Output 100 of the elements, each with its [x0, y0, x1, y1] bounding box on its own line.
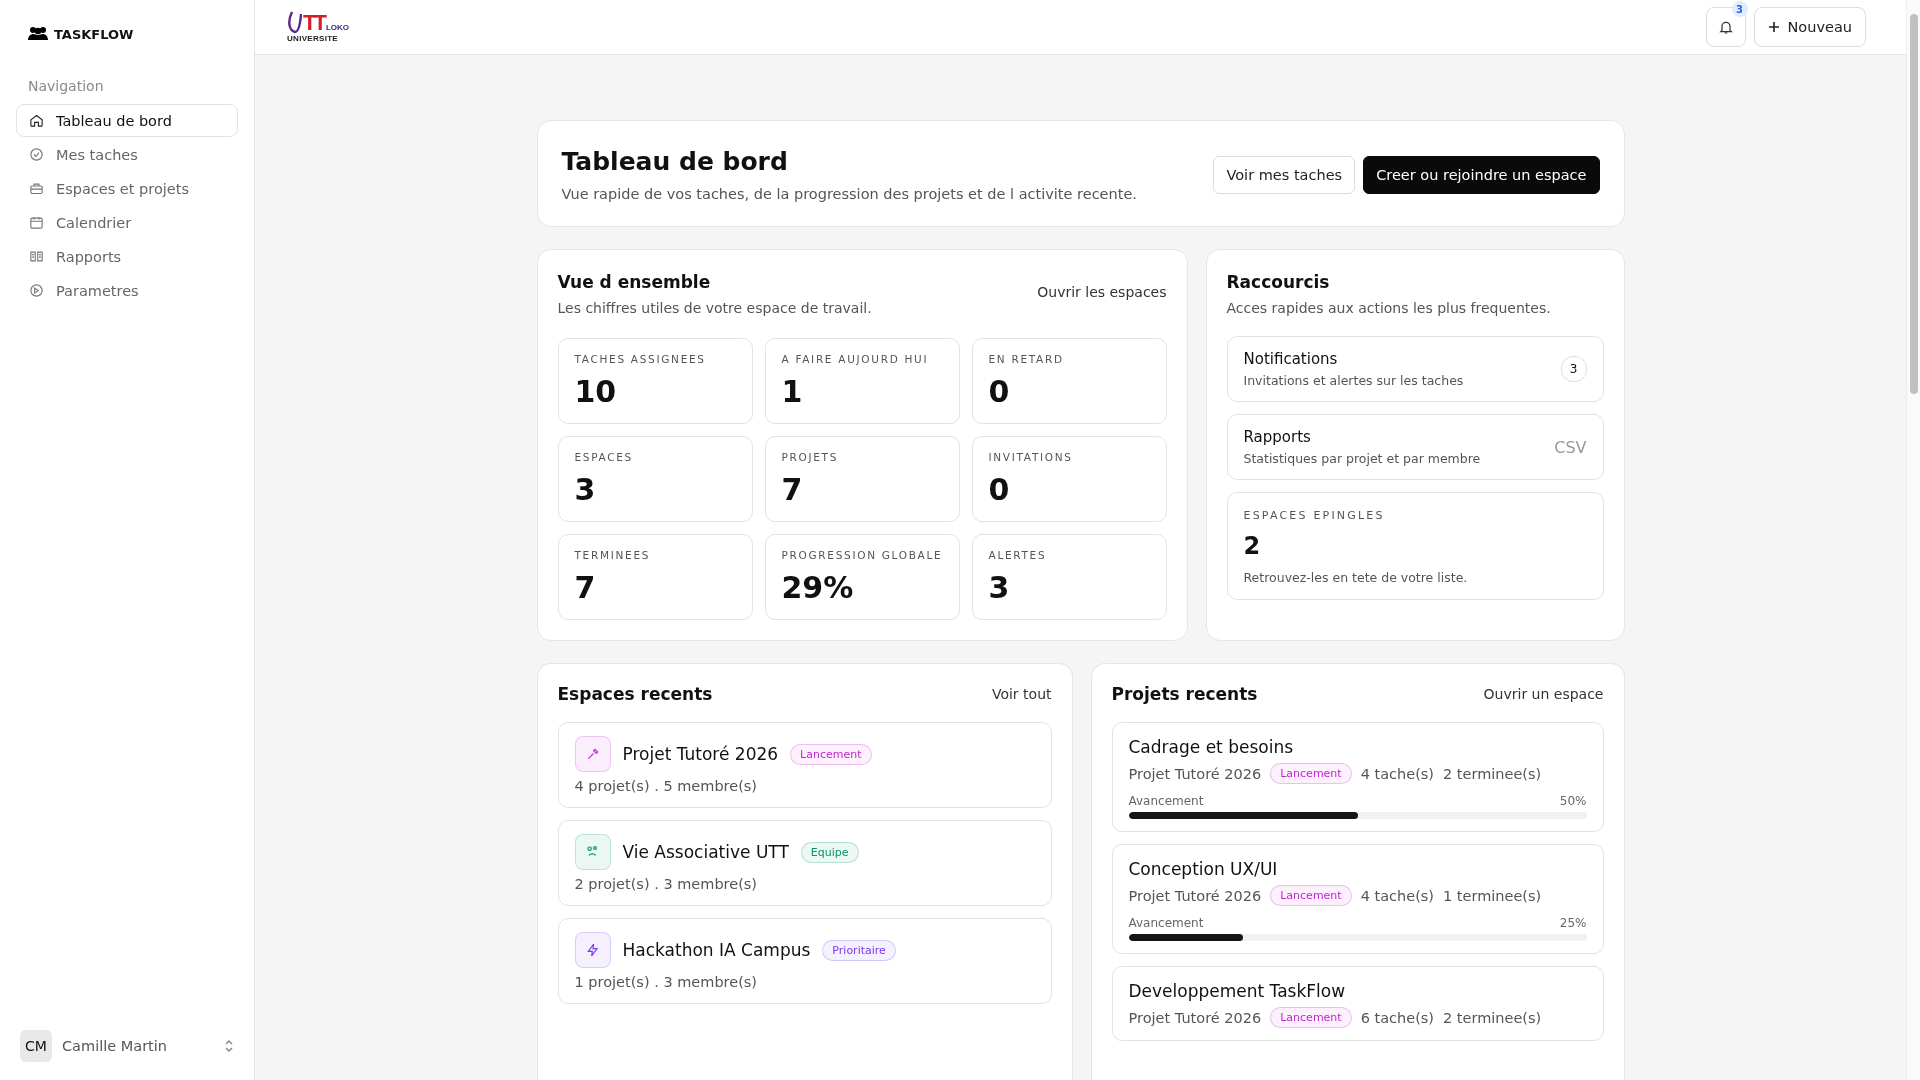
done-count: 2 terminee(s)	[1443, 765, 1542, 782]
nav-item[interactable]: Calendrier	[16, 206, 238, 239]
section-subtitle: Les chiffres utiles de votre espace de travail.	[557, 300, 872, 316]
project-tag: Lancement	[1270, 885, 1352, 906]
progress-label: Avancement	[1128, 916, 1204, 930]
section-title: Raccourcis	[1226, 272, 1331, 292]
shortcut-title: Notifications	[1243, 350, 1339, 368]
progress-percent: 50%	[1559, 794, 1587, 808]
task-count: 6 tache(s)	[1360, 1009, 1435, 1026]
view-tasks-button[interactable]: Voir mes taches	[1213, 155, 1356, 194]
stat-label: PROGRESSION GLOBALE	[781, 548, 943, 563]
shortcut-item[interactable]: Rapports Statistiques par projet et par membre CSV	[1226, 414, 1604, 480]
task-count: 4 tache(s)	[1360, 765, 1435, 782]
team-icon	[28, 26, 48, 42]
project-card[interactable]: Cadrage et besoins Projet Tutoré 2026 Lancement 4 tache(s) 2 terminee(s) Avancement 50%	[1111, 722, 1604, 832]
stat-label: ESPACES	[574, 450, 634, 465]
space-name: Vie Associative UTT	[622, 842, 789, 862]
stat-label: PROJETS	[781, 450, 840, 465]
shortcut-item[interactable]: Notifications Invitations et alertes sur les taches 3	[1226, 336, 1604, 402]
stat-value: 0	[988, 373, 1011, 411]
bell-icon	[1717, 19, 1734, 35]
stat-value: 7	[574, 569, 597, 607]
chevron-updown-icon[interactable]	[224, 1039, 234, 1053]
calendar-icon	[29, 215, 44, 230]
stat-value: 0	[988, 471, 1011, 509]
project-space: Projet Tutoré 2026	[1128, 887, 1262, 904]
progress-label: Avancement	[1128, 794, 1204, 808]
shortcut-description: Invitations et alertes sur les taches	[1243, 373, 1465, 388]
project-card[interactable]: Conception UX/UI Projet Tutoré 2026 Lancement 4 tache(s) 1 terminee(s) Avancement 25%	[1111, 844, 1604, 954]
new-button[interactable]: Nouveau	[1753, 7, 1866, 47]
project-name: Cadrage et besoins	[1128, 737, 1295, 757]
space-tag: Lancement	[790, 743, 872, 765]
project-name: Developpement TaskFlow	[1128, 981, 1347, 1001]
done-count: 1 terminee(s)	[1443, 887, 1542, 904]
shortcut-description: Statistiques par projet et par membre	[1243, 451, 1482, 466]
stat-value: 10	[574, 373, 618, 411]
space-meta: 4 projet(s) . 5 membre(s)	[574, 778, 759, 794]
stat-label: TACHES ASSIGNEES	[574, 352, 707, 367]
open-spaces-link[interactable]: Ouvrir les espaces	[1037, 284, 1167, 300]
project-space: Projet Tutoré 2026	[1128, 1009, 1262, 1026]
stat-value: 1	[781, 373, 804, 411]
notification-badge: 3	[1731, 1, 1748, 17]
stat-label: ESPACES EPINGLES	[1243, 509, 1386, 522]
project-tag: Lancement	[1270, 763, 1352, 784]
page-title: Tableau de bord	[561, 147, 789, 176]
done-count: 2 terminee(s)	[1443, 1009, 1542, 1026]
create-space-button[interactable]: Creer ou rejoindre un espace	[1363, 155, 1600, 194]
nav-item[interactable]: Mes taches	[16, 138, 238, 171]
nav-item[interactable]: Rapports	[16, 240, 238, 273]
lightning-icon	[584, 942, 601, 958]
space-meta: 2 projet(s) . 3 membre(s)	[574, 876, 759, 892]
stat-label: EN RETARD	[988, 352, 1065, 367]
stat-value: 3	[574, 471, 597, 509]
stat-description: Retrouvez-les en tete de votre liste.	[1243, 570, 1469, 585]
user-avatar: CM	[20, 1030, 52, 1062]
check-circle-icon	[29, 147, 44, 162]
stat-value: 7	[781, 471, 804, 509]
section-title: Projets recents	[1111, 684, 1258, 704]
house-icon	[29, 113, 44, 128]
view-all-link[interactable]: Voir tout	[991, 686, 1052, 702]
space-card[interactable]: Projet Tutoré 2026 Lancement 4 projet(s) . 5 membre(s)	[557, 722, 1052, 808]
stat-label: A FAIRE AUJOURD HUI	[781, 352, 930, 367]
section-label: Navigation	[28, 78, 105, 94]
space-meta: 1 projet(s) . 3 membre(s)	[574, 974, 759, 990]
stat-value: 29%	[781, 569, 855, 607]
stat-value: 2	[1243, 532, 1262, 560]
briefcase-icon	[29, 181, 44, 196]
brand-name: TASKFLOW	[54, 26, 134, 42]
user-name[interactable]: Camille Martin	[62, 1038, 214, 1054]
open-space-link[interactable]: Ouvrir un espace	[1483, 686, 1604, 702]
shortcut-title: Rapports	[1243, 428, 1312, 446]
page-subtitle: Vue rapide de vos taches, de la progression des projets et de l activite recente.	[561, 186, 1137, 202]
notifications-button[interactable]	[1705, 7, 1746, 47]
nav-item[interactable]: Parametres	[16, 274, 238, 307]
plus-icon	[1767, 21, 1780, 33]
university-logo: TTLOKO UNIVERSITE	[287, 11, 349, 43]
task-count: 4 tache(s)	[1360, 887, 1435, 904]
space-card[interactable]: Vie Associative UTT Equipe 2 projet(s) . 3 membre(s)	[557, 820, 1052, 906]
project-space: Projet Tutoré 2026	[1128, 765, 1262, 782]
project-tag: Lancement	[1270, 1007, 1352, 1028]
nav-item[interactable]: Tableau de bord	[16, 104, 238, 137]
section-title: Vue d ensemble	[557, 272, 712, 292]
stat-label: ALERTES	[988, 548, 1048, 563]
project-name: Conception UX/UI	[1128, 859, 1279, 879]
space-name: Projet Tutoré 2026	[622, 744, 779, 764]
stat-label: INVITATIONS	[988, 450, 1074, 465]
project-card[interactable]: Developpement TaskFlow Projet Tutoré 2026 Lancement 6 tache(s) 2 terminee(s)	[1111, 966, 1604, 1041]
stat-label: TERMINEES	[574, 548, 652, 563]
space-tag: Prioritaire	[822, 939, 896, 961]
stat-value: 3	[988, 569, 1011, 607]
space-tag: Equipe	[800, 841, 859, 863]
space-name: Hackathon IA Campus	[622, 940, 811, 960]
book-icon	[29, 249, 44, 264]
count-badge: 3	[1560, 356, 1587, 382]
format-label: CSV	[1554, 437, 1587, 457]
space-card[interactable]: Hackathon IA Campus Prioritaire 1 projet(s) . 3 membre(s)	[557, 918, 1052, 1004]
nav-item[interactable]: Espaces et projets	[16, 172, 238, 205]
section-title: Espaces recents	[557, 684, 713, 704]
scrollbar-thumb[interactable]	[1909, 14, 1918, 394]
section-subtitle: Acces rapides aux actions les plus frequentes.	[1226, 300, 1552, 316]
